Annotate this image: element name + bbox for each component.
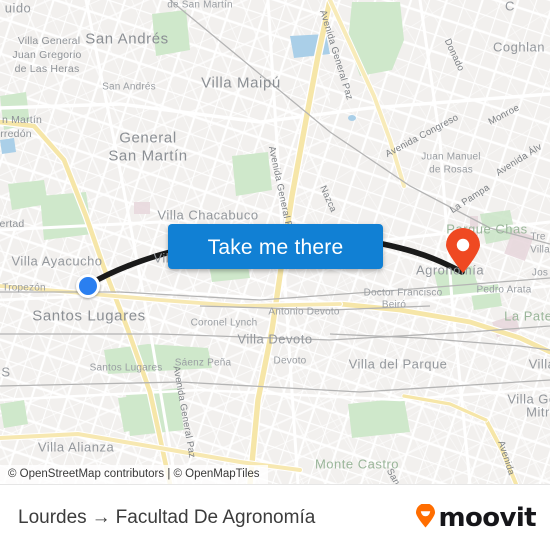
- map-canvas[interactable]: uido de San Martín C San Andrés Coghlan Villa…: [0, 0, 550, 484]
- take-me-there-button[interactable]: Take me there: [168, 224, 383, 269]
- trip-footer: Lourdes → Facultad De Agronomía moovit: [0, 484, 550, 550]
- moovit-logo[interactable]: moovit: [415, 485, 537, 550]
- arrow-icon: →: [91, 507, 111, 528]
- moovit-wordmark: moovit: [438, 503, 536, 533]
- destination-pin[interactable]: [444, 228, 482, 274]
- destination-label: Facultad De Agronomía: [115, 507, 316, 528]
- moovit-trip-screen: uido de San Martín C San Andrés Coghlan Villa…: [0, 0, 550, 550]
- map-attribution[interactable]: © OpenStreetMap contributors | © OpenMap…: [0, 465, 268, 484]
- origin-label: Lourdes: [18, 507, 87, 528]
- origin-dot[interactable]: [76, 274, 100, 298]
- route-summary: Lourdes → Facultad De Agronomía: [18, 485, 315, 550]
- moovit-pin-icon: [415, 502, 436, 533]
